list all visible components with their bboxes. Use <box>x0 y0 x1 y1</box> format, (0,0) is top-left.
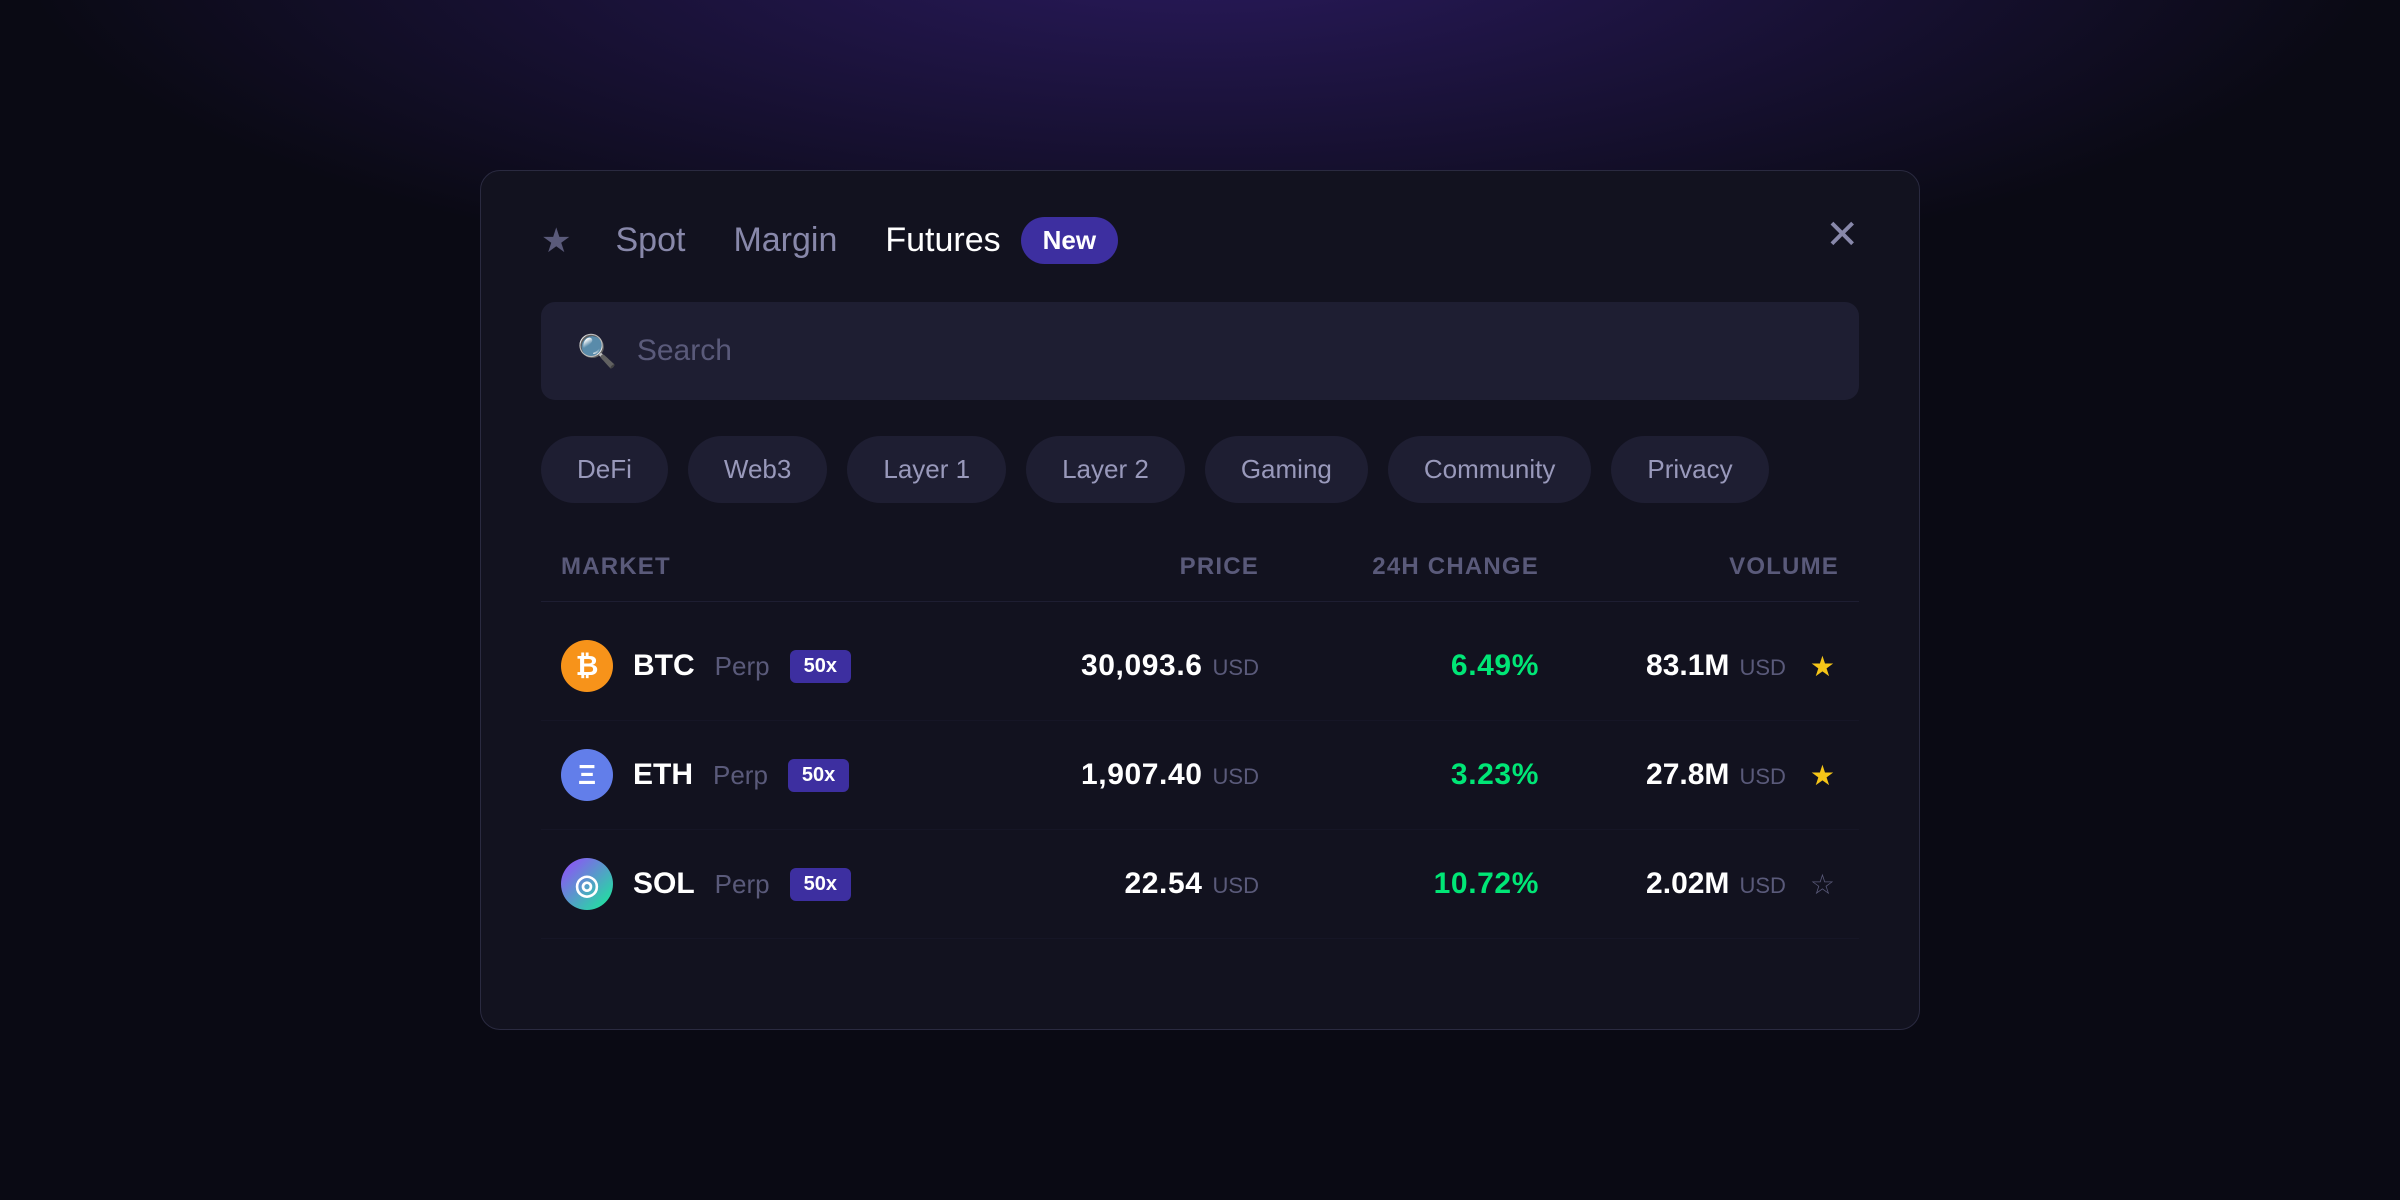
price-cell-sol: 22.54 USD <box>959 867 1259 901</box>
price-cell-eth: 1,907.40 USD <box>959 758 1259 792</box>
volume-text-sol: 2.02M USD <box>1646 867 1786 901</box>
new-badge: New <box>1021 217 1118 264</box>
change-cell-eth: 3.23% <box>1259 758 1539 792</box>
price-value-btc: 30,093.6 <box>1081 649 1203 683</box>
market-cell-btc: ₿ BTC Perp 50x <box>561 640 959 692</box>
coin-icon-sol: ◎ <box>561 858 613 910</box>
leverage-badge-btc: 50x <box>790 650 851 683</box>
price-currency-sol: USD <box>1213 873 1259 899</box>
leverage-badge-sol: 50x <box>790 868 851 901</box>
star-filled-icon-btc: ★ <box>1810 651 1835 682</box>
category-web3[interactable]: Web3 <box>688 436 827 503</box>
modal-container: ★ Spot Margin Futures New ✕ 🔍 DeFi Web3 … <box>480 170 1920 1030</box>
category-layer2[interactable]: Layer 2 <box>1026 436 1185 503</box>
table-header: MARKET Price 24H Change Volume <box>541 553 1859 602</box>
tab-margin[interactable]: Margin <box>729 215 841 266</box>
header-market: MARKET <box>561 553 959 581</box>
search-icon: 🔍 <box>577 332 617 370</box>
leverage-badge-eth: 50x <box>788 759 849 792</box>
change-cell-sol: 10.72% <box>1259 867 1539 901</box>
category-gaming[interactable]: Gaming <box>1205 436 1368 503</box>
volume-text-eth: 27.8M USD <box>1646 758 1786 792</box>
category-filters: DeFi Web3 Layer 1 Layer 2 Gaming Communi… <box>481 436 1919 503</box>
table-row[interactable]: ₿ BTC Perp 50x 30,093.6 USD 6.49% 83.1M … <box>541 612 1859 721</box>
coin-icon-eth: Ξ <box>561 749 613 801</box>
category-community[interactable]: Community <box>1388 436 1591 503</box>
close-button[interactable]: ✕ <box>1825 215 1859 255</box>
price-currency-eth: USD <box>1213 764 1259 790</box>
tab-spot[interactable]: Spot <box>611 215 689 266</box>
volume-currency-sol: USD <box>1739 873 1785 899</box>
modal-header: ★ Spot Margin Futures New ✕ <box>481 171 1919 302</box>
price-value-sol: 22.54 <box>1124 867 1202 901</box>
header-change: 24H Change <box>1259 553 1539 581</box>
coin-symbol-eth: ETH <box>633 758 693 792</box>
futures-tab-wrapper: Futures New <box>881 215 1118 266</box>
volume-cell-btc: 83.1M USD ★ <box>1539 646 1839 687</box>
category-defi[interactable]: DeFi <box>541 436 668 503</box>
coin-type-eth: Perp <box>713 760 768 791</box>
price-cell-btc: 30,093.6 USD <box>959 649 1259 683</box>
star-filled-icon-eth: ★ <box>1810 760 1835 791</box>
price-value-eth: 1,907.40 <box>1081 758 1203 792</box>
star-button-sol[interactable]: ☆ <box>1806 864 1839 905</box>
market-cell-eth: Ξ ETH Perp 50x <box>561 749 959 801</box>
volume-cell-eth: 27.8M USD ★ <box>1539 755 1839 796</box>
volume-value-btc: 83.1M <box>1646 649 1729 683</box>
header-volume: Volume <box>1539 553 1839 581</box>
price-currency-btc: USD <box>1213 655 1259 681</box>
coin-symbol-sol: SOL <box>633 867 695 901</box>
volume-value-sol: 2.02M <box>1646 867 1729 901</box>
volume-currency-eth: USD <box>1739 764 1785 790</box>
volume-cell-sol: 2.02M USD ☆ <box>1539 864 1839 905</box>
coin-type-btc: Perp <box>715 651 770 682</box>
star-button-btc[interactable]: ★ <box>1806 646 1839 687</box>
header-price: Price <box>959 553 1259 581</box>
favorites-star-icon[interactable]: ★ <box>541 221 571 261</box>
coin-type-sol: Perp <box>715 869 770 900</box>
table-row[interactable]: Ξ ETH Perp 50x 1,907.40 USD 3.23% 27.8M … <box>541 721 1859 830</box>
volume-value-eth: 27.8M <box>1646 758 1729 792</box>
coin-symbol-btc: BTC <box>633 649 695 683</box>
search-container: 🔍 <box>541 302 1859 400</box>
search-input[interactable] <box>637 334 1823 368</box>
market-cell-sol: ◎ SOL Perp 50x <box>561 858 959 910</box>
change-cell-btc: 6.49% <box>1259 649 1539 683</box>
volume-currency-btc: USD <box>1739 655 1785 681</box>
star-empty-icon-sol: ☆ <box>1810 869 1835 900</box>
category-layer1[interactable]: Layer 1 <box>847 436 1006 503</box>
table-row[interactable]: ◎ SOL Perp 50x 22.54 USD 10.72% 2.02M US… <box>541 830 1859 939</box>
volume-text-btc: 83.1M USD <box>1646 649 1786 683</box>
category-privacy[interactable]: Privacy <box>1611 436 1768 503</box>
star-button-eth[interactable]: ★ <box>1806 755 1839 796</box>
coin-icon-btc: ₿ <box>561 640 613 692</box>
tab-futures[interactable]: Futures <box>881 215 1004 266</box>
market-table: MARKET Price 24H Change Volume ₿ BTC Per… <box>481 553 1919 939</box>
search-box: 🔍 <box>541 302 1859 400</box>
